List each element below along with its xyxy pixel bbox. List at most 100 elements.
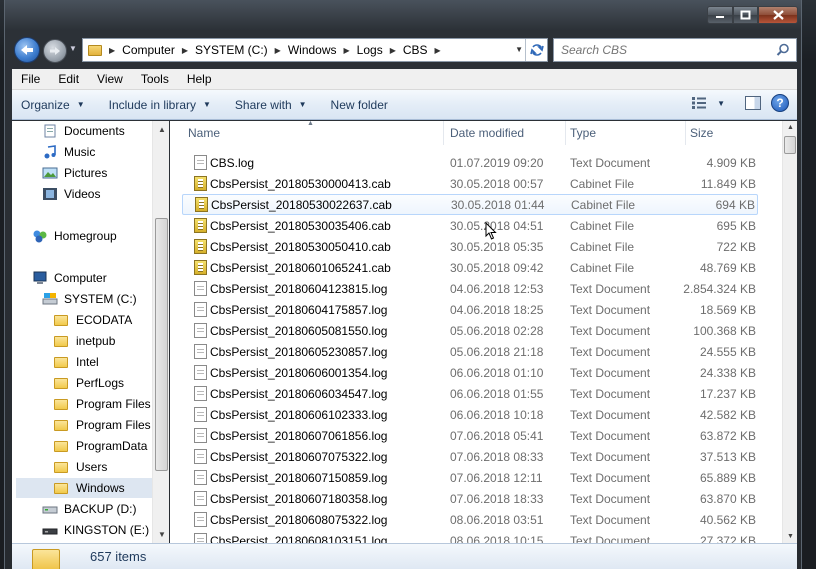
nav-item-system-drive[interactable]: SYSTEM (C:) <box>42 289 137 309</box>
nav-folder-ecodata[interactable]: ECODATA <box>54 310 132 330</box>
scroll-thumb[interactable] <box>784 136 796 154</box>
file-row[interactable]: CbsPersist_20180530050410.cab 30.05.2018 … <box>182 236 758 257</box>
nav-folder-windows[interactable]: Windows <box>16 478 152 498</box>
nav-item-kingston-drive[interactable]: KINGSTON (E:) <box>42 520 149 540</box>
text-document-icon <box>194 344 207 359</box>
back-button[interactable] <box>14 37 40 63</box>
file-name: CbsPersist_20180606034547.log <box>210 386 388 401</box>
nav-item-documents[interactable]: Documents <box>42 121 125 141</box>
nav-folder-program-files-x86[interactable]: Program Files ( <box>54 415 158 435</box>
file-row[interactable]: CbsPersist_20180608075322.log 08.06.2018 … <box>182 509 758 530</box>
include-in-library-button[interactable]: Include in library ▼ <box>100 98 220 112</box>
chevron-down-icon[interactable]: ▼ <box>515 45 523 54</box>
file-row[interactable]: CbsPersist_20180605081550.log 05.06.2018 … <box>182 320 758 341</box>
preview-pane-icon[interactable] <box>745 96 761 110</box>
nav-folder-users[interactable]: Users <box>54 457 107 477</box>
column-name[interactable]: Name <box>184 121 444 145</box>
text-document-icon <box>194 533 207 543</box>
menu-edit[interactable]: Edit <box>49 72 88 86</box>
nav-item-videos[interactable]: Videos <box>42 184 100 204</box>
file-row[interactable]: CbsPersist_20180608103151.log 08.06.2018 … <box>182 530 758 543</box>
scroll-up-icon[interactable]: ▲ <box>158 125 166 134</box>
chevron-right-icon[interactable]: ▶ <box>390 46 396 55</box>
file-row[interactable]: CBS.log 01.07.2019 09:20 Text Document 4.90… <box>182 152 758 173</box>
file-row[interactable]: CbsPersist_20180607061856.log 07.06.2018 … <box>182 425 758 446</box>
nav-folder-intel[interactable]: Intel <box>54 352 99 372</box>
minimize-button[interactable] <box>707 6 733 24</box>
nav-item-pictures[interactable]: Pictures <box>42 163 107 183</box>
maximize-button[interactable] <box>733 6 758 24</box>
chevron-down-icon: ▼ <box>203 100 211 109</box>
file-row[interactable]: CbsPersist_20180606102333.log 06.06.2018 … <box>182 404 758 425</box>
change-view-icon[interactable] <box>691 96 707 110</box>
file-date-modified: 07.06.2018 12:11 <box>450 470 543 485</box>
column-date-modified[interactable]: Date modified <box>446 121 566 145</box>
chevron-right-icon[interactable]: ▶ <box>435 46 441 55</box>
file-row[interactable]: CbsPersist_20180607075322.log 07.06.2018 … <box>182 446 758 467</box>
help-icon[interactable]: ? <box>771 94 789 112</box>
refresh-button[interactable] <box>525 39 547 61</box>
scroll-up-icon[interactable]: ▲ <box>787 124 794 131</box>
scroll-down-icon[interactable]: ▼ <box>158 530 166 539</box>
new-folder-button[interactable]: New folder <box>322 98 397 112</box>
text-document-icon <box>194 512 207 527</box>
file-row[interactable]: CbsPersist_20180606034547.log 06.06.2018 … <box>182 383 758 404</box>
folder-icon <box>54 461 68 473</box>
nav-item-backup-drive[interactable]: BACKUP (D:) <box>42 499 136 519</box>
file-row[interactable]: CbsPersist_20180604123815.log 04.06.2018 … <box>182 278 758 299</box>
breadcrumb-computer[interactable]: Computer <box>122 43 175 57</box>
chevron-right-icon[interactable]: ▶ <box>275 46 281 55</box>
file-row[interactable]: CbsPersist_20180530000413.cab 30.05.2018 … <box>182 173 758 194</box>
file-row[interactable]: CbsPersist_20180607150859.log 07.06.2018 … <box>182 467 758 488</box>
breadcrumb-system[interactable]: SYSTEM (C:) <box>195 43 268 57</box>
chevron-right-icon[interactable]: ▶ <box>344 46 350 55</box>
nav-folder-program-files[interactable]: Program Files <box>54 394 151 414</box>
nav-item-computer[interactable]: Computer <box>32 268 107 288</box>
share-with-button[interactable]: Share with ▼ <box>226 98 316 112</box>
file-type: Text Document <box>570 407 651 422</box>
chevron-down-icon: ▼ <box>298 100 307 109</box>
breadcrumb-logs[interactable]: Logs <box>357 43 383 57</box>
recent-pages-dropdown[interactable]: ▼ <box>69 44 79 56</box>
breadcrumb-windows[interactable]: Windows <box>288 43 337 57</box>
chevron-right-icon[interactable]: ▶ <box>109 46 115 55</box>
file-list-scrollbar[interactable]: ▲ ▼ <box>782 121 797 543</box>
organize-button[interactable]: Organize ▼ <box>12 98 94 112</box>
nav-folder-inetpub[interactable]: inetpub <box>54 331 115 351</box>
file-row[interactable]: CbsPersist_20180530035406.cab 30.05.2018 … <box>182 215 758 236</box>
scroll-thumb[interactable] <box>155 218 168 471</box>
nav-item-music[interactable]: Music <box>42 142 95 162</box>
file-row[interactable]: CbsPersist_20180607180358.log 07.06.2018 … <box>182 488 758 509</box>
chevron-right-icon[interactable]: ▶ <box>182 46 188 55</box>
breadcrumb-cbs[interactable]: CBS <box>403 43 428 57</box>
nav-folder-programdata[interactable]: ProgramData <box>54 436 147 456</box>
nav-item-homegroup[interactable]: Homegroup <box>32 226 117 246</box>
column-size[interactable]: Size <box>686 121 766 145</box>
file-row[interactable]: CbsPersist_20180601065241.cab 30.05.2018 … <box>182 257 758 278</box>
forward-button[interactable] <box>43 39 67 63</box>
search-input[interactable] <box>561 43 771 57</box>
search-box[interactable] <box>553 38 797 62</box>
menu-help[interactable]: Help <box>178 72 221 86</box>
menu-tools[interactable]: Tools <box>132 72 178 86</box>
file-row[interactable]: CbsPersist_20180604175857.log 04.06.2018 … <box>182 299 758 320</box>
navigation-scrollbar[interactable]: ▲ ▼ <box>152 121 169 543</box>
scroll-down-icon[interactable]: ▼ <box>787 533 794 540</box>
file-row[interactable]: CbsPersist_20180606001354.log 06.06.2018 … <box>182 362 758 383</box>
nav-folder-perflogs[interactable]: PerfLogs <box>54 373 124 393</box>
file-row[interactable]: CbsPersist_20180605230857.log 05.06.2018 … <box>182 341 758 362</box>
file-size: 24.555 KB <box>699 344 756 359</box>
cabinet-file-icon <box>194 218 207 233</box>
folder-icon <box>54 356 68 368</box>
menu-file[interactable]: File <box>12 72 49 86</box>
cabinet-file-icon <box>194 176 207 191</box>
menu-view[interactable]: View <box>88 72 132 86</box>
file-type: Text Document <box>570 449 651 464</box>
text-document-icon <box>194 155 207 170</box>
chevron-down-icon[interactable]: ▼ <box>717 99 725 108</box>
file-row[interactable]: CbsPersist_20180530022637.cab 30.05.2018 … <box>182 194 758 215</box>
search-icon[interactable] <box>776 43 790 57</box>
close-button[interactable] <box>758 6 798 24</box>
address-bar[interactable]: ▶ Computer ▶ SYSTEM (C:) ▶ Windows ▶ Log… <box>82 38 548 62</box>
column-type[interactable]: Type <box>566 121 686 145</box>
